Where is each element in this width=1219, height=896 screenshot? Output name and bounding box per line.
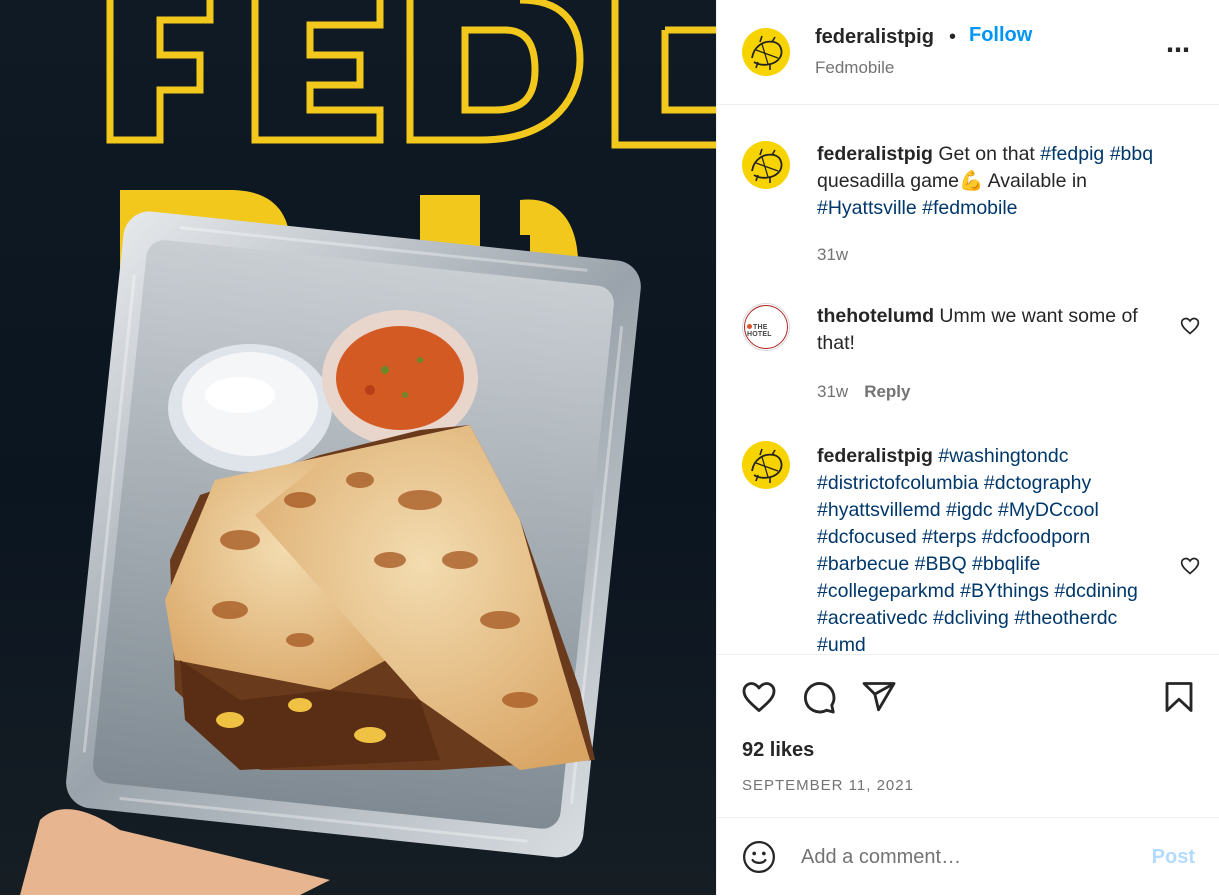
hashtag-link[interactable]: #dctography [984,472,1091,494]
add-comment-row: Post [717,817,1219,896]
comment-username[interactable]: thehotelumd [817,305,934,327]
photo-illustration [20,0,716,895]
hashtag-link[interactable]: #terps [922,526,976,548]
pig-logo-icon [751,448,783,483]
hashtag-link[interactable]: #bbqlife [972,553,1040,575]
hotel-logo: THE HOTEL [747,324,789,338]
comment-time[interactable]: 31w [817,382,848,401]
hashtag-link[interactable]: #dcfoodporn [982,526,1090,548]
hashtag-link[interactable]: #washingtondc [938,445,1068,467]
comment-username[interactable]: federalistpig [817,445,933,467]
comment-meta: 31w Reply [817,382,910,402]
hashtag-link[interactable]: #dcdining [1054,580,1137,602]
like-comment-heart-icon[interactable] [1180,556,1200,576]
hashtag-link[interactable]: #dcliving [933,607,1009,629]
emoji-smiley-icon[interactable] [742,840,776,874]
caption-avatar[interactable] [742,141,790,189]
hashtag-link[interactable]: #fedmobile [922,197,1017,219]
hashtag-link[interactable]: #districtofcolumbia [817,472,978,494]
comment: federalistpig #washingtondc #districtofc… [717,425,1219,654]
comment: THE HOTEL thehotelumd Umm we want some o… [717,285,1219,425]
commenter-avatar[interactable]: THE HOTEL [742,303,790,351]
comments-list[interactable]: federalistpig Get on that #fedpig #bbq q… [717,105,1219,654]
hashtag-link[interactable]: #collegeparkmd [817,580,955,602]
comment-text: federalistpig #washingtondc #districtofc… [817,443,1157,654]
hashtag-link[interactable]: #BYthings [960,580,1049,602]
post-actions: 92 likes SEPTEMBER 11, 2021 Post [717,654,1219,895]
hashtag-link[interactable]: #acreativedc [817,607,928,629]
like-comment-heart-icon[interactable] [1180,316,1200,336]
caption-username[interactable]: federalistpig [817,143,933,165]
caption-text-part: Get on that [932,143,1041,165]
hashtag-link[interactable]: #MyDCcool [998,499,1099,521]
comment-bubble-icon[interactable] [801,679,837,715]
like-heart-icon[interactable] [741,679,777,715]
hashtag-link[interactable]: #barbecue [817,553,909,575]
post-sidebar: federalistpig • Follow Fedmobile ⋯ feder… [716,0,1219,895]
caption: federalistpig Get on that #fedpig #bbq q… [717,105,1219,285]
save-bookmark-icon[interactable] [1161,679,1197,715]
commenter-avatar[interactable] [742,441,790,489]
hashtag-link[interactable]: #umd [817,634,866,654]
caption-text-part: quesadilla game💪 Available in [817,170,1088,192]
author-avatar[interactable] [742,28,790,76]
author-username[interactable]: federalistpig [815,26,934,49]
pig-logo-icon [751,148,783,183]
hashtag-link[interactable]: #igdc [946,499,993,521]
post-photo[interactable] [0,0,716,895]
reply-button[interactable]: Reply [864,382,910,401]
pig-logo-icon [751,35,783,70]
caption-time[interactable]: 31w [817,245,848,265]
hashtag-link[interactable]: #dcfocused [817,526,917,548]
caption-text: federalistpig Get on that #fedpig #bbq q… [817,141,1157,222]
header-separator: • [949,26,957,48]
more-options-icon[interactable]: ⋯ [1166,36,1191,65]
share-paper-plane-icon[interactable] [861,679,897,715]
sour-cream-cup [168,344,332,472]
post-date[interactable]: SEPTEMBER 11, 2021 [742,777,914,794]
add-comment-input[interactable] [801,846,1081,869]
likes-count[interactable]: 92 likes [742,739,814,762]
comment-text: thehotelumd Umm we want some of that! [817,303,1157,357]
truck-lettering [106,0,716,149]
hashtag-link[interactable]: #theotherdc [1014,607,1117,629]
post-comment-button[interactable]: Post [1152,846,1195,869]
hashtag-link[interactable]: #fedpig [1040,143,1104,165]
hashtag-link[interactable]: #bbq [1110,143,1153,165]
salsa-cup [322,310,478,446]
post-header: federalistpig • Follow Fedmobile ⋯ [717,0,1219,105]
hashtag-link[interactable]: #hyattsvillemd [817,499,941,521]
post-modal: federalistpig • Follow Fedmobile ⋯ feder… [0,0,1219,895]
hashtag-link[interactable]: #BBQ [915,553,967,575]
hashtag-link[interactable]: #Hyattsville [817,197,917,219]
follow-button[interactable]: Follow [969,24,1032,47]
post-location[interactable]: Fedmobile [815,58,894,78]
